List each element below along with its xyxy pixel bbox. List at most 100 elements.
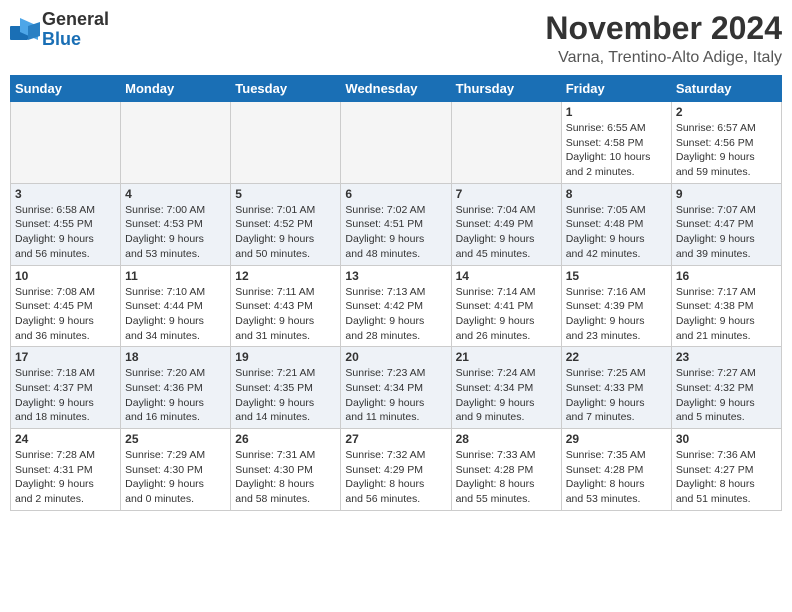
day-info: Sunrise: 7:24 AM Sunset: 4:34 PM Dayligh… bbox=[456, 366, 557, 425]
day-info: Sunrise: 7:33 AM Sunset: 4:28 PM Dayligh… bbox=[456, 448, 557, 507]
day-info: Sunrise: 7:11 AM Sunset: 4:43 PM Dayligh… bbox=[235, 285, 336, 344]
weekday-header-wednesday: Wednesday bbox=[341, 76, 451, 102]
calendar-cell: 8 Sunrise: 7:05 AM Sunset: 4:48 PM Daylig… bbox=[561, 183, 671, 265]
weekday-header-tuesday: Tuesday bbox=[231, 76, 341, 102]
day-info: Sunrise: 6:57 AM Sunset: 4:56 PM Dayligh… bbox=[676, 121, 777, 180]
day-info: Sunrise: 7:17 AM Sunset: 4:38 PM Dayligh… bbox=[676, 285, 777, 344]
day-info: Sunrise: 7:04 AM Sunset: 4:49 PM Dayligh… bbox=[456, 203, 557, 262]
day-number: 8 bbox=[566, 187, 667, 201]
day-number: 17 bbox=[15, 350, 116, 364]
day-number: 15 bbox=[566, 269, 667, 283]
day-number: 22 bbox=[566, 350, 667, 364]
calendar-cell bbox=[341, 102, 451, 184]
day-info: Sunrise: 7:14 AM Sunset: 4:41 PM Dayligh… bbox=[456, 285, 557, 344]
logo-text: General Blue bbox=[42, 9, 109, 49]
calendar-cell: 22 Sunrise: 7:25 AM Sunset: 4:33 PM Dayli… bbox=[561, 347, 671, 429]
calendar-cell: 19 Sunrise: 7:21 AM Sunset: 4:35 PM Dayli… bbox=[231, 347, 341, 429]
day-number: 29 bbox=[566, 432, 667, 446]
calendar-cell: 23 Sunrise: 7:27 AM Sunset: 4:32 PM Dayli… bbox=[671, 347, 781, 429]
calendar-cell bbox=[121, 102, 231, 184]
day-info: Sunrise: 7:13 AM Sunset: 4:42 PM Dayligh… bbox=[345, 285, 446, 344]
calendar-cell: 25 Sunrise: 7:29 AM Sunset: 4:30 PM Dayli… bbox=[121, 429, 231, 511]
day-info: Sunrise: 7:23 AM Sunset: 4:34 PM Dayligh… bbox=[345, 366, 446, 425]
day-number: 23 bbox=[676, 350, 777, 364]
calendar-week-row: 17 Sunrise: 7:18 AM Sunset: 4:37 PM Dayli… bbox=[11, 347, 782, 429]
day-number: 12 bbox=[235, 269, 336, 283]
calendar-cell: 28 Sunrise: 7:33 AM Sunset: 4:28 PM Dayli… bbox=[451, 429, 561, 511]
day-number: 3 bbox=[15, 187, 116, 201]
day-info: Sunrise: 7:25 AM Sunset: 4:33 PM Dayligh… bbox=[566, 366, 667, 425]
title-area: November 2024 Varna, Trentino-Alto Adige… bbox=[545, 10, 782, 67]
day-info: Sunrise: 7:18 AM Sunset: 4:37 PM Dayligh… bbox=[15, 366, 116, 425]
day-number: 20 bbox=[345, 350, 446, 364]
day-number: 27 bbox=[345, 432, 446, 446]
calendar-cell: 2 Sunrise: 6:57 AM Sunset: 4:56 PM Daylig… bbox=[671, 102, 781, 184]
day-number: 19 bbox=[235, 350, 336, 364]
calendar-cell: 17 Sunrise: 7:18 AM Sunset: 4:37 PM Dayli… bbox=[11, 347, 121, 429]
calendar-week-row: 3Sunrise: 6:58 AM Sunset: 4:55 PM Daylig… bbox=[11, 183, 782, 265]
calendar-cell: 5 Sunrise: 7:01 AM Sunset: 4:52 PM Daylig… bbox=[231, 183, 341, 265]
weekday-header-monday: Monday bbox=[121, 76, 231, 102]
day-info: Sunrise: 7:08 AM Sunset: 4:45 PM Dayligh… bbox=[15, 285, 116, 344]
day-number: 21 bbox=[456, 350, 557, 364]
day-number: 13 bbox=[345, 269, 446, 283]
calendar-cell: 11Sunrise: 7:10 AM Sunset: 4:44 PM Dayli… bbox=[121, 265, 231, 347]
weekday-header-friday: Friday bbox=[561, 76, 671, 102]
calendar-cell: 27 Sunrise: 7:32 AM Sunset: 4:29 PM Dayli… bbox=[341, 429, 451, 511]
day-number: 10 bbox=[15, 269, 116, 283]
day-number: 24 bbox=[15, 432, 116, 446]
calendar-cell: 29Sunrise: 7:35 AM Sunset: 4:28 PM Dayli… bbox=[561, 429, 671, 511]
calendar-cell: 18Sunrise: 7:20 AM Sunset: 4:36 PM Dayli… bbox=[121, 347, 231, 429]
page-header: General Blue November 2024 Varna, Trenti… bbox=[10, 10, 782, 67]
calendar-cell: 16 Sunrise: 7:17 AM Sunset: 4:38 PM Dayli… bbox=[671, 265, 781, 347]
calendar-cell: 15 Sunrise: 7:16 AM Sunset: 4:39 PM Dayli… bbox=[561, 265, 671, 347]
day-number: 1 bbox=[566, 105, 667, 119]
day-number: 7 bbox=[456, 187, 557, 201]
day-number: 28 bbox=[456, 432, 557, 446]
calendar-cell: 12 Sunrise: 7:11 AM Sunset: 4:43 PM Dayli… bbox=[231, 265, 341, 347]
calendar-cell bbox=[231, 102, 341, 184]
calendar-cell: 1 Sunrise: 6:55 AM Sunset: 4:58 PM Daylig… bbox=[561, 102, 671, 184]
calendar-cell: 10 Sunrise: 7:08 AM Sunset: 4:45 PM Dayli… bbox=[11, 265, 121, 347]
calendar-table: SundayMondayTuesdayWednesdayThursdayFrid… bbox=[10, 75, 782, 511]
day-info: Sunrise: 7:05 AM Sunset: 4:48 PM Dayligh… bbox=[566, 203, 667, 262]
calendar-cell: 14 Sunrise: 7:14 AM Sunset: 4:41 PM Dayli… bbox=[451, 265, 561, 347]
day-info: Sunrise: 7:10 AM Sunset: 4:44 PM Dayligh… bbox=[125, 285, 226, 344]
calendar-cell bbox=[11, 102, 121, 184]
day-info: Sunrise: 7:29 AM Sunset: 4:30 PM Dayligh… bbox=[125, 448, 226, 507]
day-info: Sunrise: 7:36 AM Sunset: 4:27 PM Dayligh… bbox=[676, 448, 777, 507]
weekday-header-saturday: Saturday bbox=[671, 76, 781, 102]
day-info: Sunrise: 7:02 AM Sunset: 4:51 PM Dayligh… bbox=[345, 203, 446, 262]
day-info: Sunrise: 6:55 AM Sunset: 4:58 PM Dayligh… bbox=[566, 121, 667, 180]
day-number: 5 bbox=[235, 187, 336, 201]
calendar-cell: 9 Sunrise: 7:07 AM Sunset: 4:47 PM Daylig… bbox=[671, 183, 781, 265]
day-info: Sunrise: 7:21 AM Sunset: 4:35 PM Dayligh… bbox=[235, 366, 336, 425]
day-number: 2 bbox=[676, 105, 777, 119]
calendar-week-row: 1 Sunrise: 6:55 AM Sunset: 4:58 PM Daylig… bbox=[11, 102, 782, 184]
day-info: Sunrise: 7:31 AM Sunset: 4:30 PM Dayligh… bbox=[235, 448, 336, 507]
calendar-cell: 13 Sunrise: 7:13 AM Sunset: 4:42 PM Dayli… bbox=[341, 265, 451, 347]
day-number: 30 bbox=[676, 432, 777, 446]
calendar-cell bbox=[451, 102, 561, 184]
logo-icon bbox=[10, 18, 40, 42]
day-info: Sunrise: 7:00 AM Sunset: 4:53 PM Dayligh… bbox=[125, 203, 226, 262]
day-info: Sunrise: 7:01 AM Sunset: 4:52 PM Dayligh… bbox=[235, 203, 336, 262]
location-title: Varna, Trentino-Alto Adige, Italy bbox=[545, 49, 782, 67]
day-number: 6 bbox=[345, 187, 446, 201]
day-info: Sunrise: 7:20 AM Sunset: 4:36 PM Dayligh… bbox=[125, 366, 226, 425]
calendar-cell: 21 Sunrise: 7:24 AM Sunset: 4:34 PM Dayli… bbox=[451, 347, 561, 429]
day-number: 9 bbox=[676, 187, 777, 201]
calendar-cell: 24Sunrise: 7:28 AM Sunset: 4:31 PM Dayli… bbox=[11, 429, 121, 511]
calendar-cell: 6 Sunrise: 7:02 AM Sunset: 4:51 PM Daylig… bbox=[341, 183, 451, 265]
weekday-header-thursday: Thursday bbox=[451, 76, 561, 102]
day-info: Sunrise: 7:27 AM Sunset: 4:32 PM Dayligh… bbox=[676, 366, 777, 425]
day-number: 25 bbox=[125, 432, 226, 446]
day-info: Sunrise: 7:07 AM Sunset: 4:47 PM Dayligh… bbox=[676, 203, 777, 262]
day-number: 16 bbox=[676, 269, 777, 283]
calendar-cell: 7 Sunrise: 7:04 AM Sunset: 4:49 PM Daylig… bbox=[451, 183, 561, 265]
weekday-header-row: SundayMondayTuesdayWednesdayThursdayFrid… bbox=[11, 76, 782, 102]
day-info: Sunrise: 7:16 AM Sunset: 4:39 PM Dayligh… bbox=[566, 285, 667, 344]
day-info: Sunrise: 7:32 AM Sunset: 4:29 PM Dayligh… bbox=[345, 448, 446, 507]
day-number: 14 bbox=[456, 269, 557, 283]
calendar-cell: 26Sunrise: 7:31 AM Sunset: 4:30 PM Dayli… bbox=[231, 429, 341, 511]
